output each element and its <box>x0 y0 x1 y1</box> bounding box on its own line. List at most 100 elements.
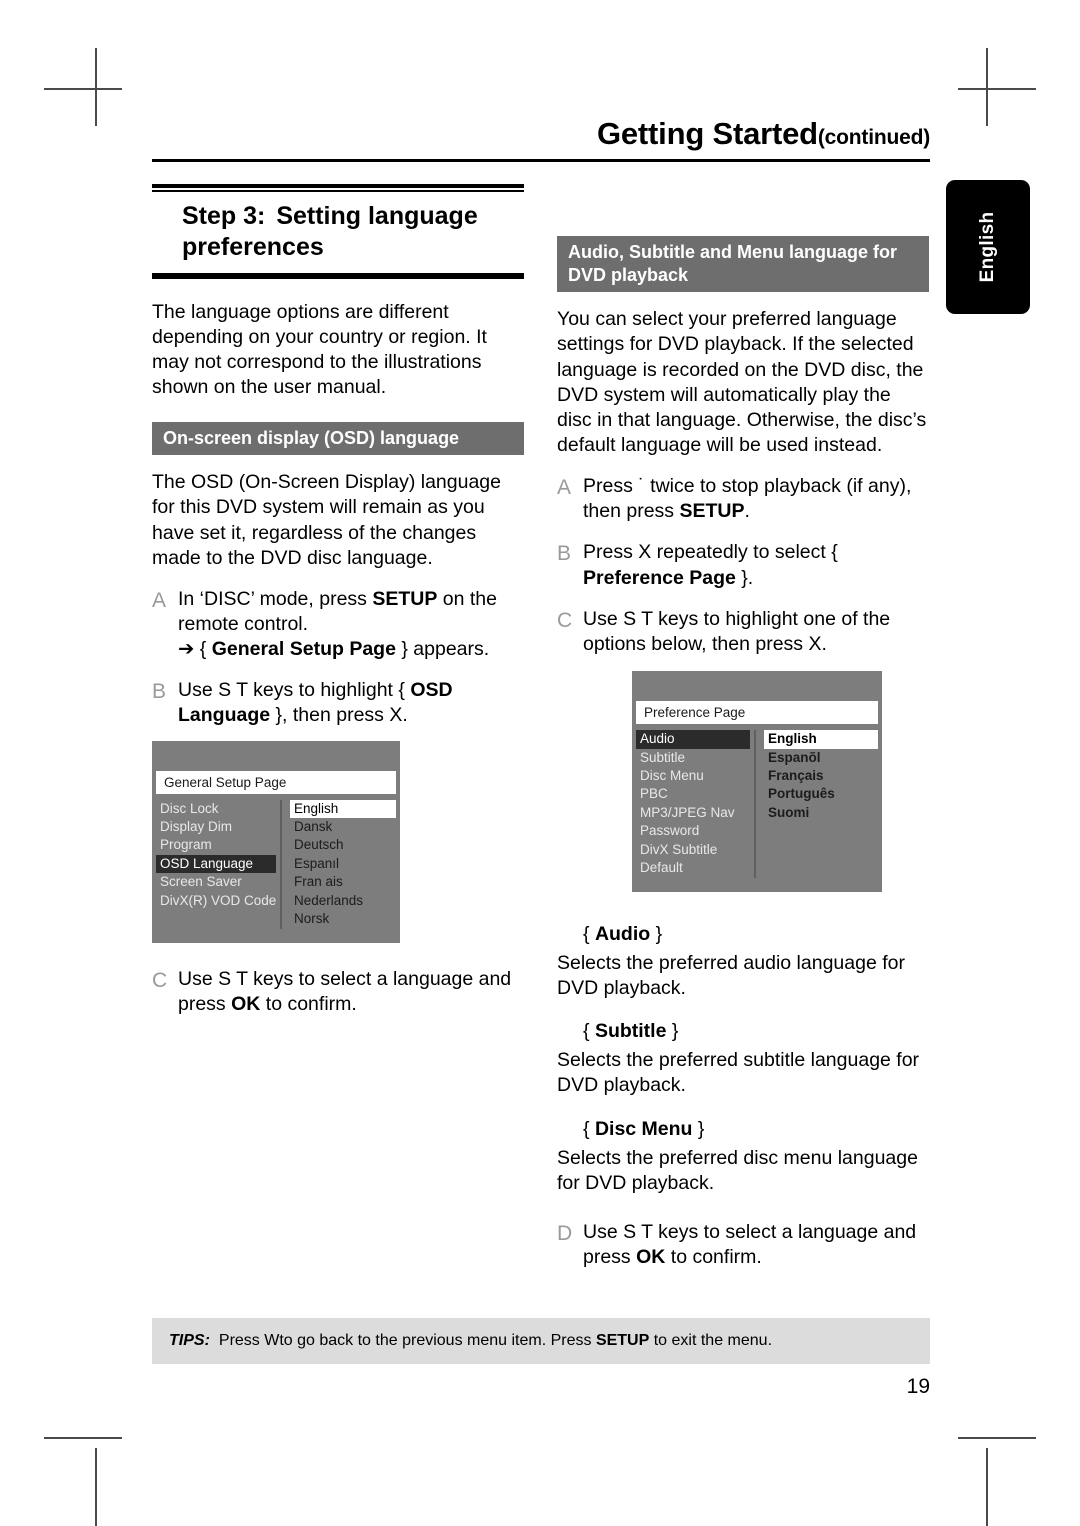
preference-option[interactable]: Espanõl <box>764 749 878 767</box>
left-step-b-text: Use S T keys to highlight { OSD Language… <box>178 678 524 728</box>
left-step-b-pre: Use S T keys to highlight { <box>178 679 411 702</box>
left-step-a-letter: A <box>152 588 167 612</box>
left-step-b: B Use S T keys to highlight { OSD Langua… <box>152 678 524 728</box>
general-setup-option[interactable]: Fran ais <box>290 873 396 891</box>
preference-menu-item[interactable]: PBC <box>636 785 750 803</box>
general-setup-page-screenshot: General Setup Page Disc Lock Display Dim… <box>152 740 400 943</box>
general-setup-option[interactable]: Norsk <box>290 910 396 928</box>
left-step-a-arrow-post: } appears. <box>395 638 490 661</box>
general-setup-menu-list: Disc Lock Display Dim Program OSD Langua… <box>156 799 282 929</box>
left-column: Step 3: Setting language preferences The… <box>152 184 524 1270</box>
two-column-layout: Step 3: Setting language preferences The… <box>152 184 930 1270</box>
right-column: Audio, Subtitle and Menu language for DV… <box>557 184 929 1270</box>
page-content: Getting Started(continued) Step 3: Setti… <box>152 118 930 1408</box>
right-step-a: A Press ˙ twice to stop playback (if any… <box>557 474 929 524</box>
preference-menu-item[interactable]: Password <box>636 822 750 840</box>
definition-term-disc-menu-label: Disc Menu <box>594 1117 693 1140</box>
dvd-language-section-heading: Audio, Subtitle and Menu language for DV… <box>557 236 929 293</box>
left-step-c-post: to confirm. <box>260 992 357 1015</box>
right-step-d-text: Use S T keys to select a language and pr… <box>583 1220 929 1270</box>
definition-desc-subtitle: Selects the preferred subtitle language … <box>557 1049 920 1097</box>
preference-option[interactable]: Português <box>764 785 878 803</box>
preference-menu-item[interactable]: Subtitle <box>636 749 750 767</box>
left-step-b-post: }, then press X. <box>270 704 408 727</box>
general-setup-option-selected[interactable]: English <box>290 799 396 818</box>
right-step-c-letter: C <box>557 608 573 632</box>
left-step-a-arrow-pre: { <box>194 638 212 661</box>
arrow-icon: ➔ <box>178 638 195 661</box>
general-setup-top-bar <box>152 741 400 771</box>
page-number: 19 <box>906 1375 930 1398</box>
language-side-tab-label: English <box>977 211 998 283</box>
crop-mark-bottom-right-h <box>958 1437 1036 1439</box>
language-side-tab: English <box>946 180 1030 314</box>
right-step-b-text: Press X repeatedly to select { Preferenc… <box>583 540 929 590</box>
definition-term-audio: { Audio } <box>583 922 663 945</box>
preference-title: Preference Page <box>636 701 878 725</box>
tips-text: TIPS: Press Wto go back to the previous m… <box>152 1332 772 1350</box>
left-step-a: A In ‘DISC’ mode, press SETUP on the rem… <box>152 587 524 662</box>
general-setup-option-list: English Dansk Deutsch Espanıl Fran ais N… <box>282 799 396 929</box>
general-setup-option[interactable]: Espanıl <box>290 855 396 873</box>
crop-mark-bottom-right-v <box>986 1448 988 1526</box>
right-step-b: B Press X repeatedly to select { Prefere… <box>557 540 929 590</box>
left-step-a-pre: In ‘DISC’ mode, press <box>178 587 373 610</box>
right-step-a-letter: A <box>557 476 572 500</box>
right-step-b-letter: B <box>557 542 572 566</box>
general-setup-menu-item[interactable]: Screen Saver <box>156 873 276 891</box>
general-setup-menu-item[interactable]: Display Dim <box>156 818 276 836</box>
right-step-a-bold: SETUP <box>679 500 745 523</box>
definition-term-disc-menu: { Disc Menu } <box>583 1117 705 1140</box>
right-step-b-bold: Preference Page <box>583 566 736 589</box>
right-step-b-post: }. <box>735 566 754 589</box>
preference-menu-item[interactable]: DivX Subtitle <box>636 841 750 859</box>
preference-menu-item-selected[interactable]: Audio <box>636 730 750 749</box>
left-step-c-bold: OK <box>231 992 261 1015</box>
preference-menu-item[interactable]: Default <box>636 859 750 877</box>
crop-mark-top-right-v <box>986 48 988 126</box>
preference-body: Audio Subtitle Disc Menu PBC MP3/JPEG Na… <box>632 724 882 892</box>
left-step-c-text: Use S T keys to select a language and pr… <box>178 967 524 1017</box>
preference-option-list: English Espanõl Français Português Suomi <box>756 730 878 878</box>
preference-option-selected[interactable]: English <box>764 730 878 749</box>
page-header-title: Getting Started <box>596 116 818 151</box>
right-step-a-post: . <box>744 500 750 523</box>
step-title-rule-top-thick <box>152 184 524 188</box>
preference-option[interactable]: Français <box>764 767 878 785</box>
crop-mark-top-left-v <box>95 48 97 126</box>
general-setup-menu-item-selected[interactable]: OSD Language <box>156 854 276 874</box>
general-setup-menu-item[interactable]: Program <box>156 836 276 854</box>
definition-desc-audio: Selects the preferred audio language for… <box>557 951 905 1000</box>
right-step-c-text: Use S T keys to highlight one of the opt… <box>583 607 891 655</box>
general-setup-option[interactable]: Dansk <box>290 818 396 836</box>
left-step-c: C Use S T keys to select a language and … <box>152 967 524 1017</box>
header-divider <box>152 159 930 162</box>
page-header: Getting Started(continued) <box>152 118 930 155</box>
crop-mark-top-right-h <box>958 88 1036 90</box>
right-step-a-text: Press ˙ twice to stop playback (if any),… <box>583 474 929 524</box>
crop-mark-bottom-left-v <box>95 1448 97 1526</box>
definition-desc-disc-menu: Selects the preferred disc menu language… <box>557 1146 918 1194</box>
general-setup-title: General Setup Page <box>156 770 396 794</box>
page-header-continued: (continued) <box>817 126 930 149</box>
general-setup-menu-item[interactable]: DivX(R) VOD Code <box>156 892 276 910</box>
intro-paragraph: The language options are different depen… <box>152 301 487 399</box>
preference-menu-list: Audio Subtitle Disc Menu PBC MP3/JPEG Na… <box>636 730 756 878</box>
general-setup-body: Disc Lock Display Dim Program OSD Langua… <box>152 794 400 943</box>
preference-menu-item[interactable]: Disc Menu <box>636 767 750 785</box>
dvd-language-section-body: You can select your preferred language s… <box>557 308 927 457</box>
crop-mark-bottom-left-h <box>44 1437 122 1439</box>
general-setup-menu-item[interactable]: Disc Lock <box>156 800 276 818</box>
left-step-a-arrow-line: ➔ { General Setup Page } appears. <box>178 637 524 662</box>
step-title: Step 3: Setting language preferences <box>152 192 524 271</box>
preference-option[interactable]: Suomi <box>764 804 878 822</box>
right-step-b-pre: Press X repeatedly to select { <box>583 541 838 564</box>
general-setup-option[interactable]: Deutsch <box>290 836 396 854</box>
left-step-c-letter: C <box>152 968 168 992</box>
preference-page-screenshot: Preference Page Audio Subtitle Disc Menu… <box>632 671 882 892</box>
tips-post: to exit the menu. <box>649 1332 773 1349</box>
preference-menu-item[interactable]: MP3/JPEG Nav <box>636 804 750 822</box>
general-setup-option[interactable]: Nederlands <box>290 892 396 910</box>
tips-bold: SETUP <box>595 1332 650 1349</box>
left-step-a-arrow-bold: General Setup Page <box>211 638 396 661</box>
